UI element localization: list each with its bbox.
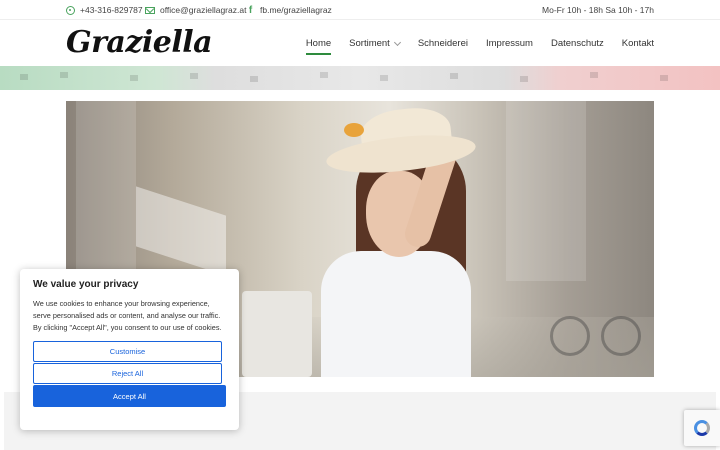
shopping-bag: [242, 291, 312, 377]
nav-label: Kontakt: [621, 38, 654, 49]
main-navigation: Home Sortiment Schneiderei Impressum Dat…: [305, 38, 654, 55]
nav-label: Schneiderei: [417, 38, 468, 49]
nav-item-schneiderei[interactable]: Schneiderei: [418, 38, 468, 49]
site-header: Graziella Home Sortiment Schneiderei Imp…: [0, 21, 720, 66]
nav-label: Sortiment: [349, 38, 390, 49]
nav-label: Impressum: [485, 38, 533, 49]
mail-icon: [145, 6, 155, 14]
cookie-text: We use cookies to enhance your browsing …: [33, 299, 222, 332]
cookie-title: We value your privacy: [33, 279, 139, 290]
email-contact[interactable]: office@graziellagraz.at: [145, 5, 246, 15]
facebook-icon: f: [248, 4, 253, 16]
nav-item-impressum[interactable]: Impressum: [486, 38, 533, 49]
shop-awning: [136, 186, 226, 276]
nav-item-home[interactable]: Home: [305, 38, 332, 55]
accept-all-button[interactable]: Accept All: [33, 385, 226, 407]
customise-button[interactable]: Customise: [33, 341, 222, 362]
nav-item-sortiment[interactable]: Sortiment: [349, 38, 401, 49]
opening-hours: Mo-Fr 10h - 18h Sa 10h - 17h: [542, 5, 654, 15]
reject-all-button[interactable]: Reject All: [33, 363, 222, 384]
city-banner-strip: [0, 66, 720, 90]
cookie-consent-dialog: We value your privacy We use cookies to …: [20, 269, 239, 430]
nav-label: Home: [305, 38, 332, 49]
phone-number[interactable]: +43-316-829787: [80, 5, 143, 15]
bicycle-wheel: [550, 316, 590, 356]
hat-flower: [344, 123, 364, 137]
recaptcha-icon: [694, 420, 710, 436]
nav-label: Datenschutz: [550, 38, 604, 49]
top-info-bar: +43-316-829787 office@graziellagraz.at f…: [0, 0, 720, 20]
facebook-contact[interactable]: f fb.me/graziellagraz: [246, 5, 332, 15]
nav-item-datenschutz[interactable]: Datenschutz: [551, 38, 604, 49]
nav-item-kontakt[interactable]: Kontakt: [622, 38, 654, 49]
site-logo[interactable]: Graziella: [66, 25, 213, 60]
email-address[interactable]: office@graziellagraz.at: [160, 5, 246, 15]
recaptcha-badge[interactable]: [684, 410, 720, 446]
woman-shirt: [321, 251, 471, 377]
facebook-link[interactable]: fb.me/graziellagraz: [260, 5, 332, 15]
chevron-down-icon: [393, 38, 401, 46]
phone-icon: [66, 5, 75, 15]
phone-contact[interactable]: +43-316-829787: [66, 5, 143, 15]
bicycle-wheel: [601, 316, 641, 356]
